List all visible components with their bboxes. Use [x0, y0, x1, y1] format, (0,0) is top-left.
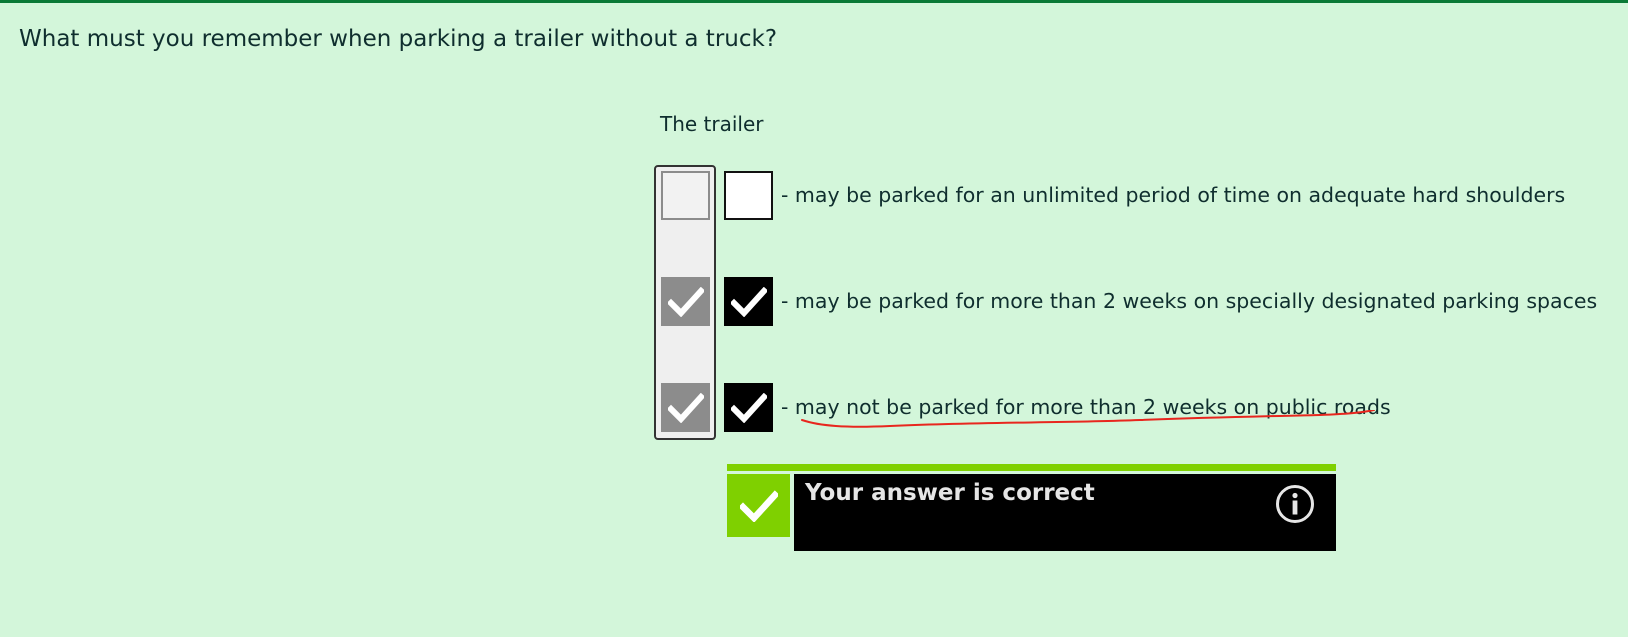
red-underline-annotation: [801, 410, 1375, 428]
check-icon: [667, 392, 704, 423]
answer-checkbox-3[interactable]: [724, 383, 773, 432]
feedback-status-box: [727, 474, 790, 537]
answer-checkbox-2[interactable]: [724, 277, 773, 326]
check-icon: [739, 489, 778, 522]
feedback-accent-bar: [727, 464, 1336, 471]
solution-checkbox-2: [661, 277, 710, 326]
option-label-1[interactable]: - may be parked for an unlimited period …: [781, 181, 1565, 209]
check-icon: [730, 392, 767, 423]
solution-checkbox-1: [661, 171, 710, 220]
question-stem: The trailer: [660, 112, 764, 136]
question-text: What must you remember when parking a tr…: [19, 26, 778, 52]
info-icon: [1276, 485, 1314, 523]
option-label-2[interactable]: - may be parked for more than 2 weeks on…: [781, 287, 1597, 315]
feedback-panel: Your answer is correct: [794, 474, 1336, 551]
feedback-message: Your answer is correct: [805, 480, 1095, 506]
check-icon: [730, 286, 767, 317]
check-icon: [667, 286, 704, 317]
top-border: [0, 0, 1628, 3]
info-button[interactable]: [1275, 484, 1315, 524]
answer-checkbox-1[interactable]: [724, 171, 773, 220]
solution-checkbox-3: [661, 383, 710, 432]
